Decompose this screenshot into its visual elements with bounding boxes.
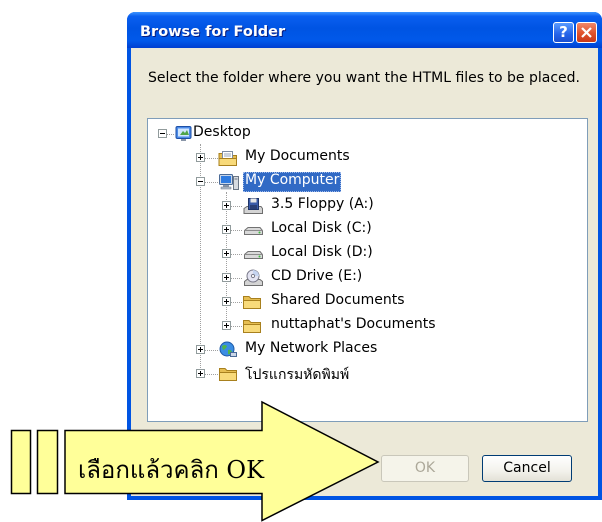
expand-toggle[interactable] (222, 249, 231, 258)
tree-item-label: Desktop (193, 124, 251, 140)
tree-item-my-network-places[interactable]: My Network Places (148, 340, 587, 360)
tree-line (231, 302, 242, 303)
instruction-text: Select the folder where you want the HTM… (148, 70, 580, 86)
network-places-icon (218, 341, 240, 359)
plus-icon (196, 345, 205, 354)
plus-icon (222, 273, 231, 282)
expand-toggle[interactable] (222, 321, 231, 330)
tree-item-label: nuttaphat's Documents (271, 316, 436, 332)
callout-text: เลือกแล้วคลิก OK (78, 456, 265, 484)
folder-icon (242, 293, 264, 311)
tree-item-my-documents[interactable]: My Documents (148, 148, 587, 168)
tree-line (205, 158, 218, 159)
minus-icon (196, 177, 205, 186)
tree-item-typing-program-folder[interactable]: โปรแกรมหัดพิมพ์ (148, 364, 587, 384)
callout-stripe (10, 429, 32, 495)
tree-line (231, 254, 242, 255)
title-bar[interactable]: Browse for Folder ? (127, 12, 602, 48)
tree-item-my-computer[interactable]: My Computer (148, 172, 587, 192)
minus-icon (158, 129, 167, 138)
tree-item-local-disk-d[interactable]: Local Disk (D:) (148, 244, 587, 264)
tree-item-label: My Network Places (245, 340, 378, 356)
tree-item-cd-drive-e[interactable]: CD Drive (E:) (148, 268, 587, 288)
tree-line (231, 278, 242, 279)
tree-item-label: My Documents (245, 148, 350, 164)
floppy-drive-icon (242, 197, 264, 215)
tree-line (205, 350, 218, 351)
tree-item-label: My Computer (243, 172, 342, 192)
tree-item-label: 3.5 Floppy (A:) (271, 196, 374, 212)
hard-disk-icon (242, 245, 264, 263)
plus-icon (222, 201, 231, 210)
tree-item-local-disk-c[interactable]: Local Disk (C:) (148, 220, 587, 240)
hard-disk-icon (242, 221, 264, 239)
close-button[interactable] (576, 22, 597, 43)
plus-icon (196, 153, 205, 162)
callout-stripe (36, 429, 59, 495)
expand-toggle[interactable] (222, 273, 231, 282)
tree-line (231, 230, 242, 231)
tree-line (205, 374, 218, 375)
plus-icon (222, 297, 231, 306)
my-computer-icon (218, 173, 240, 191)
tree-item-label: Local Disk (D:) (271, 244, 373, 260)
dialog-title: Browse for Folder (140, 24, 286, 40)
folder-icon (242, 317, 264, 335)
tree-line (231, 206, 242, 207)
expand-toggle[interactable] (196, 345, 205, 354)
expand-toggle[interactable] (196, 153, 205, 162)
expand-toggle[interactable] (196, 177, 205, 186)
tree-item-label: โปรแกรมหัดพิมพ์ (245, 367, 350, 383)
tree-line (167, 134, 174, 135)
folder-icon (218, 365, 240, 383)
expand-toggle[interactable] (196, 369, 205, 378)
tree-line (231, 326, 242, 327)
cd-drive-icon (242, 269, 264, 287)
close-icon (581, 27, 592, 38)
plus-icon (196, 369, 205, 378)
tree-item-label: Shared Documents (271, 292, 405, 308)
tree-item-label: Local Disk (C:) (271, 220, 372, 236)
plus-icon (222, 321, 231, 330)
tree-item-label: CD Drive (E:) (271, 268, 363, 284)
tree-item-desktop[interactable]: Desktop (148, 124, 587, 144)
expand-toggle[interactable] (222, 201, 231, 210)
plus-icon (222, 225, 231, 234)
expand-toggle[interactable] (222, 297, 231, 306)
folder-tree[interactable]: Desktop My Documents My Computer 3.5 Flo… (147, 118, 588, 422)
help-button[interactable]: ? (553, 22, 574, 43)
cancel-button[interactable]: Cancel (482, 455, 572, 482)
plus-icon (222, 249, 231, 258)
tree-item-floppy-a[interactable]: 3.5 Floppy (A:) (148, 196, 587, 216)
tree-item-shared-documents[interactable]: Shared Documents (148, 292, 587, 312)
help-icon: ? (559, 23, 568, 41)
my-documents-icon (218, 149, 240, 167)
ok-button[interactable]: OK (381, 455, 469, 482)
tree-line (205, 182, 218, 183)
expand-toggle[interactable] (158, 129, 167, 138)
tree-item-nuttaphats-documents[interactable]: nuttaphat's Documents (148, 316, 587, 336)
expand-toggle[interactable] (222, 225, 231, 234)
